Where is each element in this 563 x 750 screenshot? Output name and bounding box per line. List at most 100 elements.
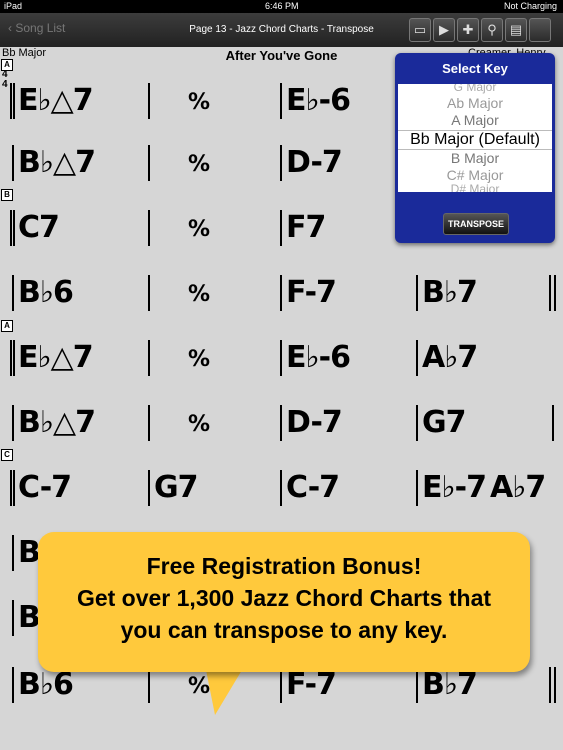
chart-row: B♭6 % F-7 B♭7 xyxy=(0,267,563,317)
chord: E♭-6 xyxy=(286,83,351,118)
barline xyxy=(280,667,282,703)
barline xyxy=(148,405,150,441)
chord: D-7 xyxy=(286,145,343,180)
barline xyxy=(554,667,556,703)
barline xyxy=(12,667,14,703)
picker-option[interactable]: C# Major xyxy=(398,167,552,183)
transpose-button[interactable]: TRANSPOSE xyxy=(443,213,509,235)
play-icon[interactable]: ▶ xyxy=(433,18,455,42)
chord: E♭-7 xyxy=(422,470,487,505)
chart-row: E♭△7 % E♭-6 A♭7 xyxy=(0,332,563,382)
barline xyxy=(280,83,282,119)
chord: B♭△7 xyxy=(18,145,96,180)
add-icon[interactable]: ✚ xyxy=(457,18,479,42)
barline xyxy=(280,470,282,506)
chord: F-7 xyxy=(286,275,337,310)
clock: 6:46 PM xyxy=(265,1,299,11)
promo-text: Free Registration Bonus! Get over 1,300 … xyxy=(38,550,530,646)
picker-option[interactable]: D# Major xyxy=(398,182,552,192)
chord: D-7 xyxy=(286,405,343,440)
chord: B♭7 xyxy=(422,275,478,310)
barline xyxy=(10,210,12,246)
chord: C7 xyxy=(18,210,60,245)
picker-option[interactable]: B Major xyxy=(398,150,552,166)
repeat-sign: % xyxy=(188,90,211,115)
barline xyxy=(12,275,14,311)
window-icon[interactable]: ▭ xyxy=(409,18,431,42)
toolbar: ▭ ▶ ✚ ⚲ ▤ xyxy=(409,18,551,42)
barline xyxy=(416,405,418,441)
chord: A♭7 xyxy=(422,340,478,375)
barline xyxy=(552,405,554,441)
chord: A♭7 xyxy=(490,470,546,505)
chord: B♭7 xyxy=(422,667,478,702)
chord: F-7 xyxy=(286,667,337,702)
barline xyxy=(12,145,14,181)
barline xyxy=(549,275,551,311)
barline xyxy=(148,210,150,246)
barline xyxy=(148,667,150,703)
barline xyxy=(10,340,12,376)
barline xyxy=(13,470,15,506)
barline xyxy=(12,535,14,571)
barline xyxy=(148,340,150,376)
repeat-sign: % xyxy=(188,412,211,437)
barline xyxy=(148,275,150,311)
chord: C-7 xyxy=(18,470,72,505)
barline xyxy=(416,275,418,311)
chord: E♭△7 xyxy=(18,83,94,118)
more-icon[interactable] xyxy=(529,18,551,42)
comment-icon[interactable]: ▤ xyxy=(505,18,527,42)
chord: B♭△7 xyxy=(18,405,96,440)
picker-option[interactable]: G Major xyxy=(398,84,552,94)
chart-row: B♭△7 % D-7 G7 xyxy=(0,397,563,447)
barline xyxy=(416,340,418,376)
barline xyxy=(554,275,556,311)
barline xyxy=(416,667,418,703)
promo-line-1: Free Registration Bonus! xyxy=(146,553,422,579)
rehearsal-mark: A xyxy=(1,320,13,332)
promo-line-3: you can transpose to any key. xyxy=(120,617,448,643)
promo-line-2: Get over 1,300 Jazz Chord Charts that xyxy=(76,585,492,611)
popover-title: Select Key xyxy=(442,61,508,76)
chart-row: C-7 G7 C-7 E♭-7 A♭7 xyxy=(0,462,563,512)
barline xyxy=(12,405,14,441)
wrench-icon[interactable]: ⚲ xyxy=(481,18,503,42)
navigation-bar: ‹ Song List Page 13 - Jazz Chord Charts … xyxy=(0,13,563,48)
rehearsal-mark: B xyxy=(1,189,13,201)
barline xyxy=(10,83,12,119)
chord: E♭△7 xyxy=(18,340,94,375)
repeat-sign: % xyxy=(188,347,211,372)
barline xyxy=(280,405,282,441)
rehearsal-mark: C xyxy=(1,449,13,461)
status-bar: iPad 6:46 PM Not Charging xyxy=(0,0,563,13)
repeat-sign: % xyxy=(188,282,211,307)
barline xyxy=(12,600,14,636)
chord: C-7 xyxy=(286,470,340,505)
barline xyxy=(13,340,15,376)
barline xyxy=(280,340,282,376)
device-label: iPad xyxy=(4,1,23,11)
chord: B♭6 xyxy=(18,667,74,702)
barline xyxy=(549,667,551,703)
chord: B♭6 xyxy=(18,275,74,310)
repeat-sign: % xyxy=(188,152,211,177)
chord: E♭-6 xyxy=(286,340,351,375)
picker-option[interactable]: Ab Major xyxy=(398,95,552,111)
barline xyxy=(13,83,15,119)
barline xyxy=(13,210,15,246)
picker-option[interactable]: A Major xyxy=(398,112,552,128)
chord: G7 xyxy=(154,470,198,505)
barline xyxy=(148,83,150,119)
chord: G7 xyxy=(422,405,466,440)
key-picker[interactable]: G Major Ab Major A Major Bb Major (Defau… xyxy=(398,84,552,192)
promo-speech-bubble: Free Registration Bonus! Get over 1,300 … xyxy=(38,532,530,672)
barline xyxy=(416,470,418,506)
chord: F7 xyxy=(286,210,326,245)
barline xyxy=(148,145,150,181)
barline xyxy=(280,275,282,311)
speech-bubble-tail xyxy=(205,665,245,715)
barline xyxy=(148,470,150,506)
battery-status: Not Charging xyxy=(503,1,557,11)
picker-option-selected[interactable]: Bb Major (Default) xyxy=(398,130,552,150)
